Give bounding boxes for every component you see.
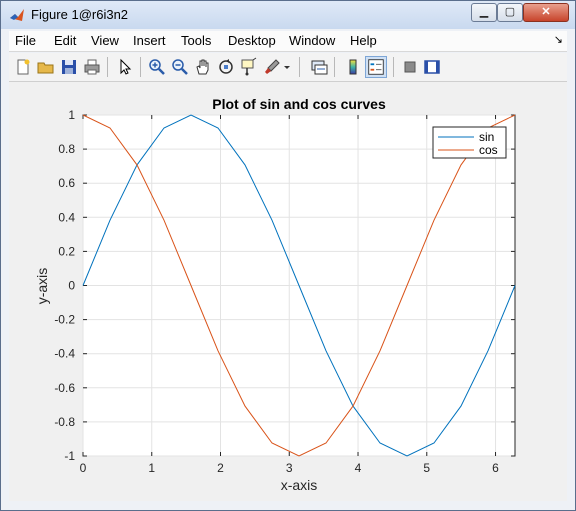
close-button[interactable]: ✕ bbox=[523, 3, 569, 22]
legend-label-sin: sin bbox=[479, 130, 494, 144]
y-tick-label: 0 bbox=[68, 279, 75, 293]
window-title: Figure 1@r6i3n2 bbox=[31, 7, 129, 22]
open-file-icon[interactable] bbox=[36, 57, 56, 77]
menu-insert[interactable]: Insert bbox=[133, 33, 166, 48]
y-tick-label: 0.6 bbox=[58, 176, 75, 190]
x-axis-label: x-axis bbox=[281, 477, 318, 493]
y-tick-label: 0.2 bbox=[58, 244, 75, 258]
sin-cos-plot[interactable]: 0 1 2 3 4 5 6 1 0.8 0.6 0.4 0.2 0 -0.2 -0.4 -0.6 -0.8 -1… bbox=[9, 82, 567, 501]
toolbar-separator bbox=[107, 57, 108, 77]
dock-arrow-icon[interactable]: ↘ bbox=[554, 33, 563, 46]
save-icon[interactable] bbox=[59, 57, 79, 77]
pointer-icon[interactable] bbox=[115, 57, 135, 77]
menu-tools[interactable]: Tools bbox=[181, 33, 211, 48]
x-tick-label: 4 bbox=[355, 461, 362, 475]
x-tick-label: 6 bbox=[492, 461, 499, 475]
pan-icon[interactable] bbox=[193, 57, 213, 77]
menu-desktop[interactable]: Desktop bbox=[228, 33, 276, 48]
toolbar-separator bbox=[140, 57, 141, 77]
menu-help[interactable]: Help bbox=[350, 33, 377, 48]
menu-bar: File Edit View Insert Tools Desktop Wind… bbox=[9, 31, 567, 52]
x-tick-label: 5 bbox=[423, 461, 430, 475]
y-tick-label: -1 bbox=[64, 449, 75, 463]
data-cursor-icon[interactable] bbox=[239, 57, 259, 77]
legend-icon[interactable] bbox=[365, 56, 387, 78]
toolbar-separator bbox=[299, 57, 300, 77]
print-icon[interactable] bbox=[82, 57, 102, 77]
menu-edit[interactable]: Edit bbox=[54, 33, 76, 48]
brush-icon[interactable] bbox=[262, 57, 282, 77]
y-tick-label: -0.6 bbox=[54, 381, 75, 395]
y-tick-label: -0.8 bbox=[54, 415, 75, 429]
title-bar[interactable]: Figure 1@r6i3n2 ▁ ▢ ✕ bbox=[1, 1, 575, 29]
menu-file[interactable]: File bbox=[15, 33, 36, 48]
menu-view[interactable]: View bbox=[91, 33, 119, 48]
figure-canvas[interactable]: 0 1 2 3 4 5 6 1 0.8 0.6 0.4 0.2 0 -0.2 -0.4 -0.6 -0.8 -1… bbox=[9, 82, 567, 501]
legend[interactable]: sin cos bbox=[432, 126, 507, 159]
y-tick-label: -0.2 bbox=[54, 313, 75, 327]
zoom-out-icon[interactable] bbox=[170, 57, 190, 77]
y-tick-label: 1 bbox=[68, 108, 75, 122]
y-tick-label: -0.4 bbox=[54, 347, 75, 361]
matlab-icon bbox=[10, 9, 24, 21]
new-figure-icon[interactable] bbox=[13, 57, 33, 77]
chart-title: Plot of sin and cos curves bbox=[212, 96, 386, 112]
y-axis-label: y-axis bbox=[34, 268, 50, 305]
figure-window: Figure 1@r6i3n2 ▁ ▢ ✕ File Edit View Ins… bbox=[0, 0, 576, 511]
hide-plot-tools-icon[interactable] bbox=[400, 57, 420, 77]
y-tick-label: 0.4 bbox=[58, 210, 75, 224]
x-tick-label: 0 bbox=[80, 461, 87, 475]
x-tick-label: 1 bbox=[148, 461, 155, 475]
link-plot-icon[interactable] bbox=[309, 57, 329, 77]
colorbar-icon[interactable] bbox=[343, 57, 363, 77]
x-tick-label: 2 bbox=[217, 461, 224, 475]
x-tick-label: 3 bbox=[286, 461, 293, 475]
figure-toolbar bbox=[9, 53, 567, 82]
show-plot-tools-icon[interactable] bbox=[422, 57, 442, 77]
toolbar-separator bbox=[393, 57, 394, 77]
toolbar-separator bbox=[334, 57, 335, 77]
legend-label-cos: cos bbox=[479, 143, 498, 157]
minimize-button[interactable]: ▁ bbox=[471, 3, 497, 22]
menu-window[interactable]: Window bbox=[289, 33, 335, 48]
zoom-in-icon[interactable] bbox=[147, 57, 167, 77]
brush-dropdown-chevron-down-icon[interactable] bbox=[281, 57, 293, 77]
rotate-3d-icon[interactable] bbox=[216, 57, 236, 77]
maximize-button[interactable]: ▢ bbox=[497, 3, 523, 22]
y-tick-label: 0.8 bbox=[58, 142, 75, 156]
